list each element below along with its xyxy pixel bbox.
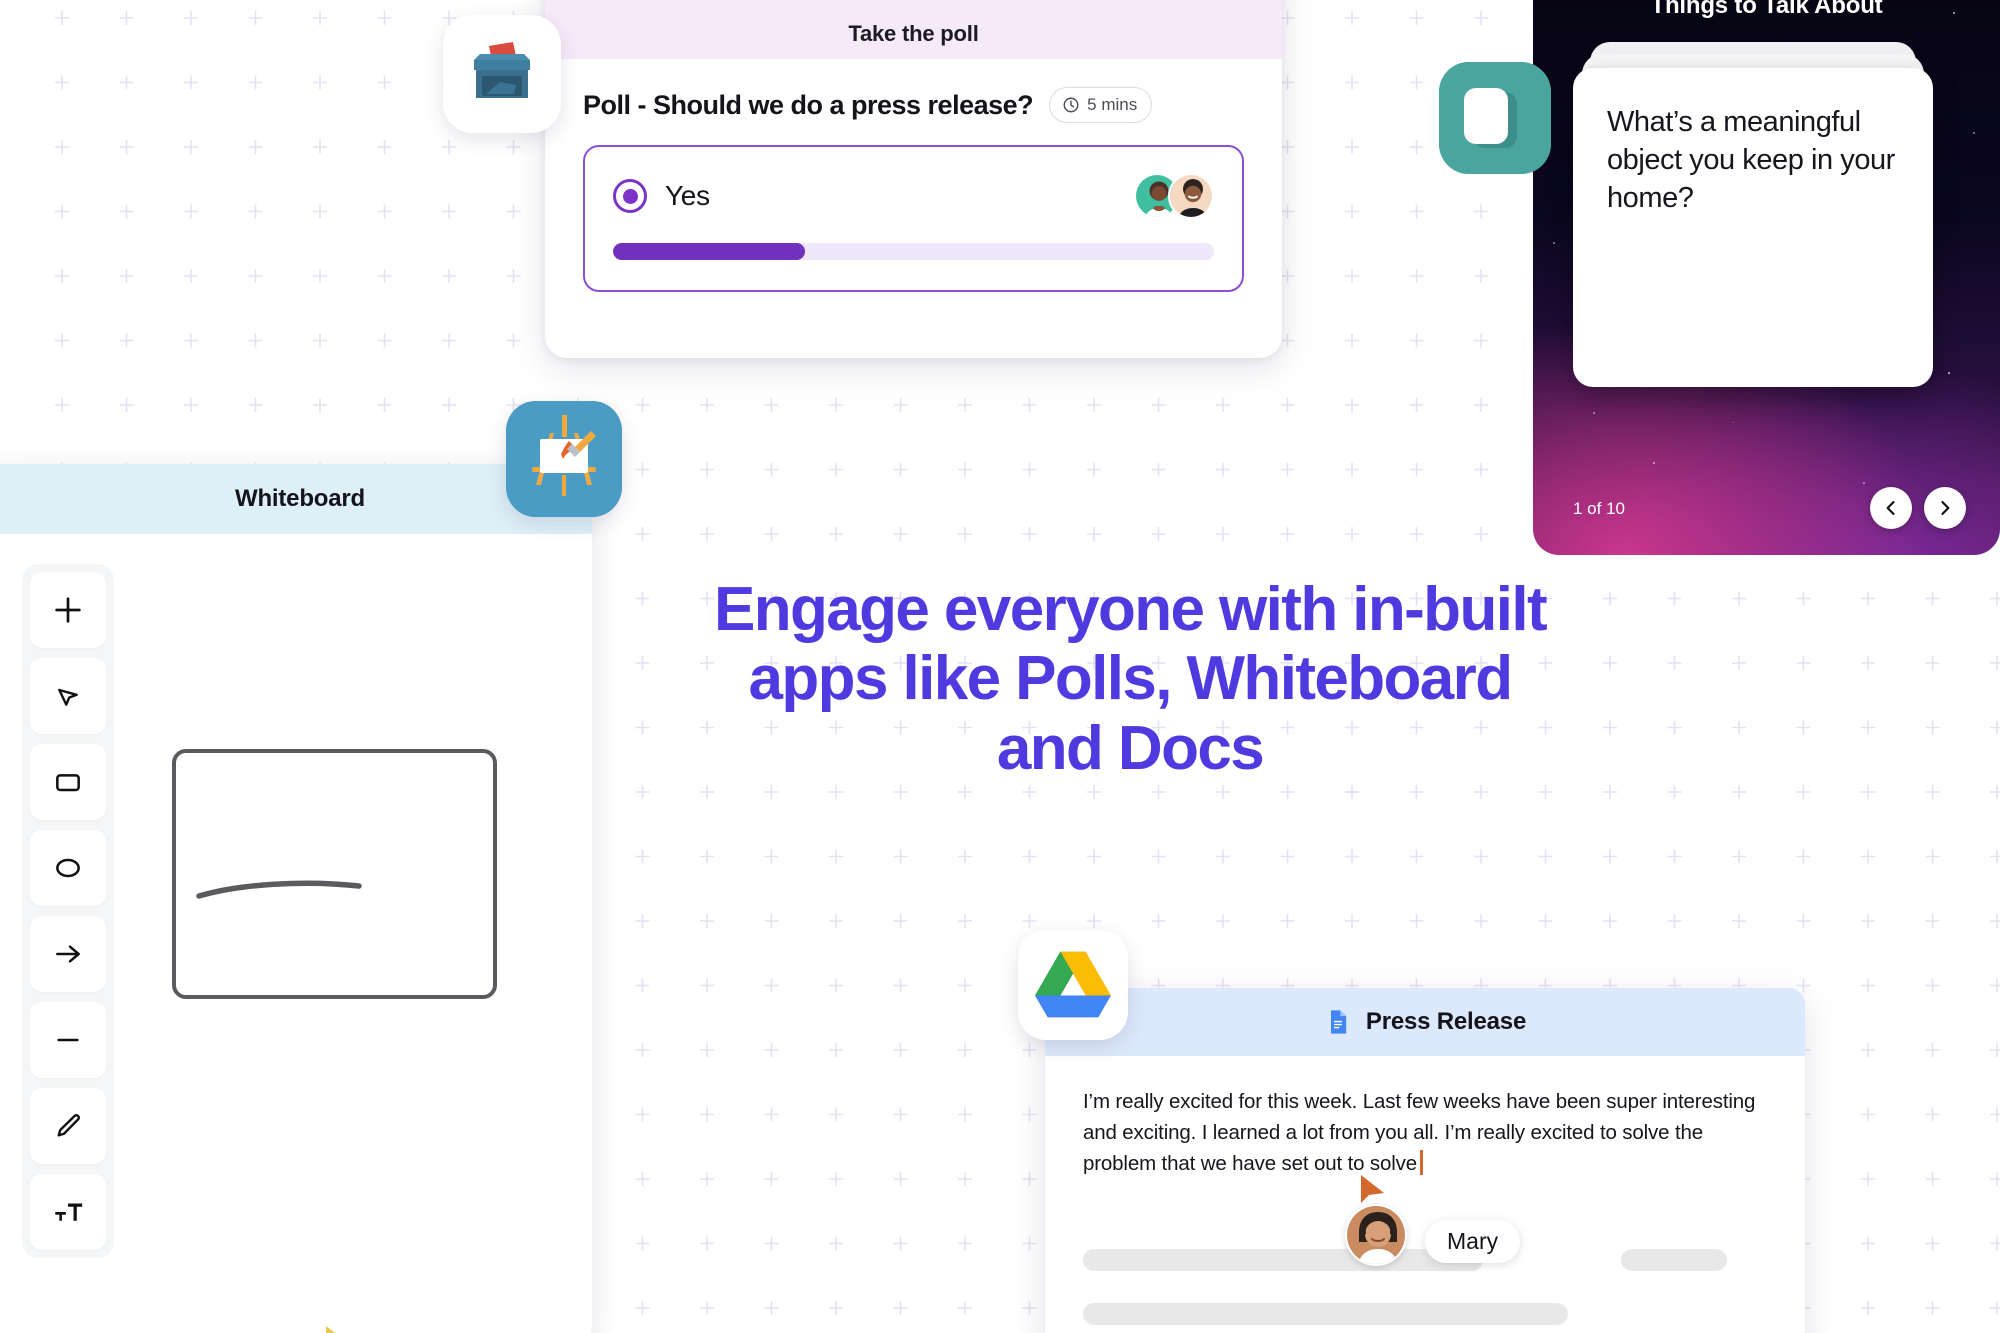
poll-option-yes[interactable]: Yes [583,145,1244,292]
cursor-icon [58,688,78,706]
plus-icon [55,597,81,623]
collaborator-cursor-icon [1361,1175,1384,1203]
skeleton-block [1621,1249,1727,1272]
poll-option-label: Yes [665,180,710,211]
question-nav [1870,487,1966,529]
question-card-stack: What’s a meaningful object you keep in y… [1573,42,1933,387]
clock-icon [1063,97,1079,113]
poll-card-body: Poll - Should we do a press release? 5 m… [545,59,1282,292]
whiteboard-title: Whiteboard [235,485,365,512]
things-to-talk-about-card: Things to Talk About What’s a meaningful… [1533,0,2000,555]
poll-question-row: Poll - Should we do a press release? 5 m… [583,87,1244,123]
poll-progress-bar [613,243,1214,260]
google-drive-icon [1035,951,1111,1018]
poll-duration-badge: 5 mins [1049,87,1153,123]
doc-body[interactable]: I’m really excited for this week. Last f… [1045,1056,1805,1266]
skeleton-block [1083,1303,1568,1326]
text-caret [1420,1150,1423,1176]
poll-question: Poll - Should we do a press release? [583,89,1034,120]
text-tool[interactable] [30,1174,106,1250]
poll-option-top: Yes [613,173,1214,219]
whiteboard-canvas[interactable]: Jenson [0,534,592,1333]
rectangle-icon [56,774,80,792]
space-app-icon[interactable] [1439,62,1551,174]
pencil-tool[interactable] [30,1088,106,1164]
chevron-left-icon [1886,501,1895,515]
collaborator-name-label: Mary [1425,1220,1521,1263]
space-card-title: Things to Talk About [1650,0,1883,19]
doc-title: Press Release [1365,1008,1527,1035]
press-release-doc-card: Press Release I’m really excited for thi… [1045,988,1805,1333]
poll-card-header: Take the poll [545,0,1282,59]
ellipse-icon [56,858,80,878]
whiteboard-toolbar [22,564,114,1258]
line-tool[interactable] [30,1002,106,1078]
poll-voters [1134,173,1214,219]
poll-app-icon[interactable] [443,15,561,133]
doc-header: Press Release [1045,988,1805,1056]
poll-card: Take the poll Poll - Should we do a pres… [545,0,1282,358]
radio-selected-icon[interactable] [613,179,647,213]
chevron-right-icon [1941,501,1950,515]
ellipse-tool[interactable] [30,830,106,906]
arrow-right-icon [56,945,80,963]
cards-stack-icon [1439,62,1551,174]
whiteboard-app-icon[interactable] [506,401,622,517]
add-tool[interactable] [30,572,106,648]
doc-skeleton-row-2 [1045,1303,1805,1326]
minus-icon [57,1038,79,1042]
doc-paragraph: I’m really excited for this week. Last f… [1083,1086,1767,1179]
collaborator-avatar [1345,1204,1407,1266]
text-icon [55,1203,83,1221]
ballot-box-icon [474,42,530,98]
poll-header-title: Take the poll [848,21,979,46]
whiteboard-panel: Whiteboard [0,464,592,1333]
google-docs-icon [1330,1010,1347,1034]
doc-skeleton-row-1 [1045,1249,1805,1272]
question-counter: 1 of 10 [1573,499,1625,518]
poll-duration-label: 5 mins [1087,95,1138,114]
arrow-tool[interactable] [30,916,106,992]
whiteboard-ink-stroke [196,880,362,899]
select-tool[interactable] [30,658,106,734]
next-question-button[interactable] [1924,487,1966,529]
pencil-icon [57,1114,80,1137]
question-text: What’s a meaningful object you keep in y… [1607,106,1895,214]
whiteboard-header: Whiteboard [0,464,592,534]
rectangle-tool[interactable] [30,744,106,820]
poll-progress-fill [613,243,806,260]
collaborator-cursor-icon [326,1326,336,1333]
canvas-background: Take the poll Poll - Should we do a pres… [0,0,2000,1333]
avatar [1168,173,1214,219]
easel-paintbrush-icon [506,401,622,517]
skeleton-block [1083,1249,1483,1272]
question-card-front: What’s a meaningful object you keep in y… [1573,68,1933,387]
google-drive-app-icon[interactable] [1018,930,1128,1040]
page-title: Engage everyone with in-built apps like … [713,575,1548,783]
prev-question-button[interactable] [1870,487,1912,529]
